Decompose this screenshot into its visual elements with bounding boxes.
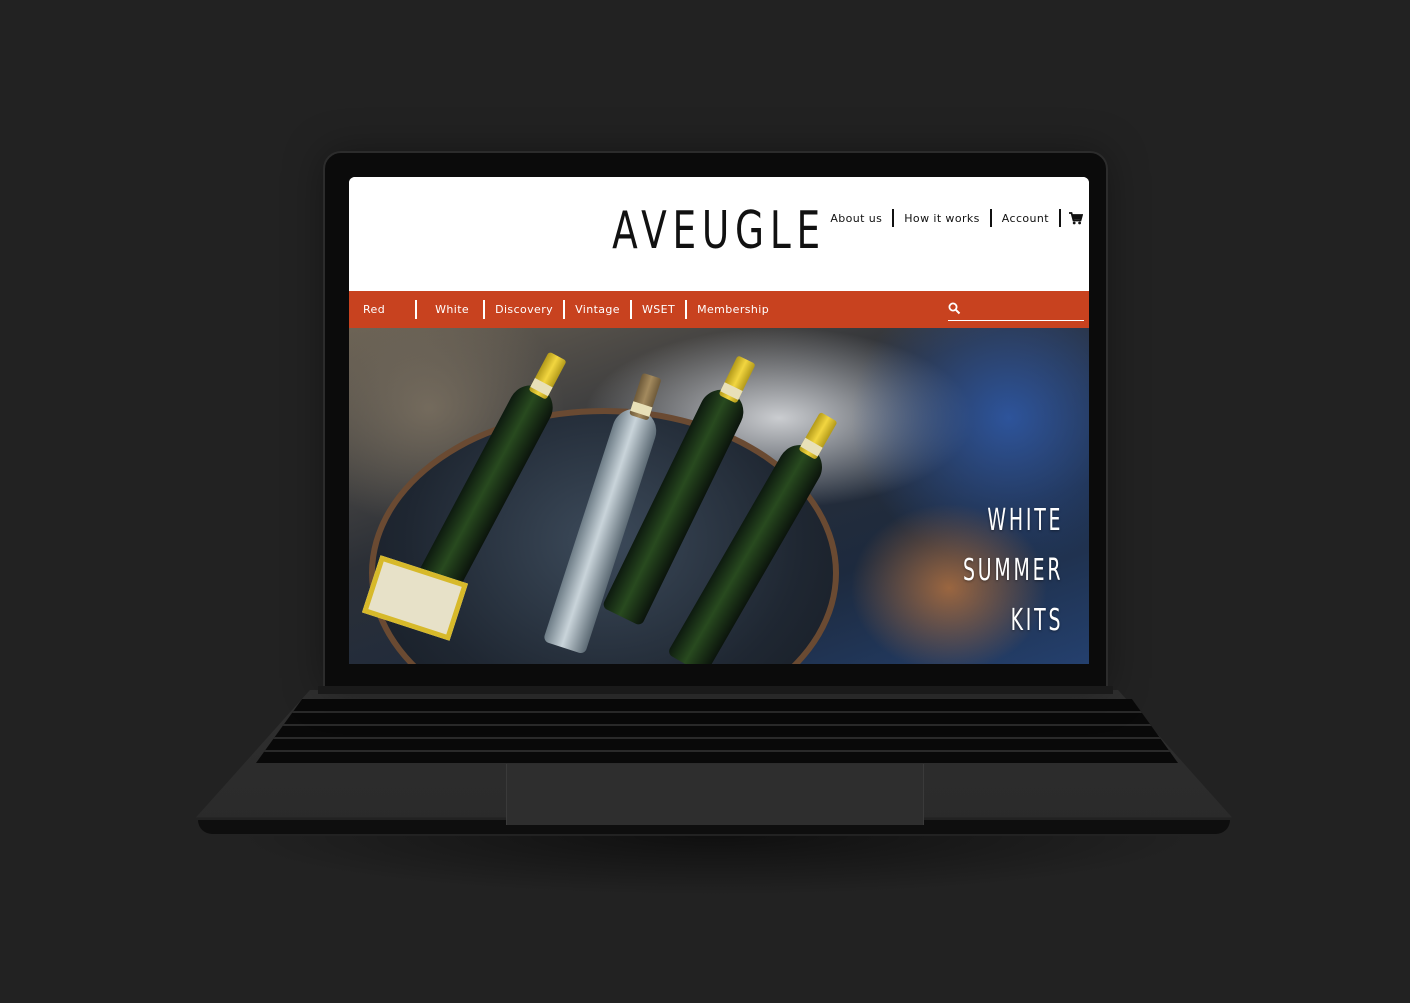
hero-title-line: KITS — [1010, 603, 1063, 638]
category-wset[interactable]: WSET — [632, 303, 685, 316]
category-membership[interactable]: Membership — [687, 303, 779, 316]
category-vintage[interactable]: Vintage — [565, 303, 630, 316]
laptop-trackpad — [506, 764, 924, 825]
nav-account[interactable]: Account — [992, 212, 1059, 225]
cart-icon[interactable] — [1061, 211, 1083, 225]
category-red[interactable]: Red — [353, 303, 395, 316]
laptop-keyboard — [256, 699, 1178, 763]
search-input[interactable] — [966, 299, 1082, 319]
site-header: AVEUGLE About us How it works Account — [349, 177, 1089, 291]
hero-title-line: SUMMER — [962, 553, 1063, 588]
top-nav: About us How it works Account — [820, 209, 1083, 227]
nav-how-it-works[interactable]: How it works — [894, 212, 990, 225]
laptop-hinge — [318, 686, 1113, 694]
hero-title-line: WHITE — [987, 503, 1063, 538]
hero-banner[interactable]: WHITE SUMMER KITS — [349, 328, 1089, 664]
nav-about-us[interactable]: About us — [820, 212, 892, 225]
hero-title: WHITE SUMMER KITS — [963, 496, 1063, 646]
category-discovery[interactable]: Discovery — [485, 303, 563, 316]
laptop-screen: AVEUGLE About us How it works Account Re… — [349, 177, 1089, 664]
search-icon[interactable] — [948, 300, 961, 319]
category-bar: Red White Discovery Vintage WSET Members… — [349, 291, 1089, 328]
category-white[interactable]: White — [417, 303, 483, 316]
search-box — [948, 299, 1084, 321]
laptop-shadow — [230, 836, 1200, 896]
